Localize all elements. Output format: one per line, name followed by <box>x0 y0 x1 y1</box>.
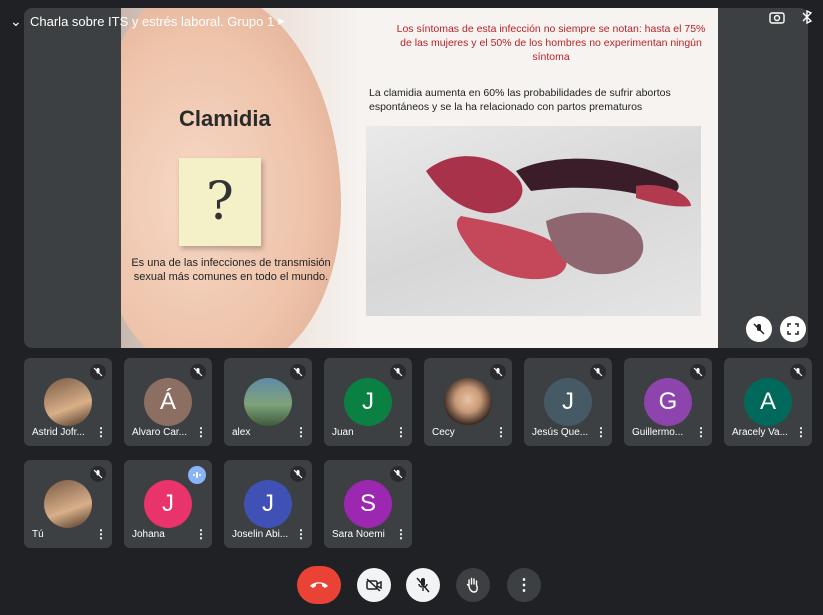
more-options-icon[interactable]: ⋮ <box>395 425 407 439</box>
question-sticky-note: ? <box>179 158 261 246</box>
participant-name: Tú <box>32 529 44 540</box>
fullscreen-icon[interactable] <box>780 316 806 342</box>
avatar: G <box>644 378 692 426</box>
more-options-icon[interactable]: ⋮ <box>95 425 107 439</box>
participant-tile[interactable]: Á Álvaro Car... ⋮ <box>124 358 212 446</box>
participant-name: alex <box>232 427 251 438</box>
avatar: S <box>344 480 392 528</box>
participant-name: Cecy <box>432 427 455 438</box>
avatar <box>244 378 292 426</box>
avatar: J <box>544 378 592 426</box>
mic-off-icon <box>190 364 206 380</box>
participant-name: Sara Noemi <box>332 529 385 540</box>
speaking-indicator-icon <box>188 466 206 484</box>
avatar <box>444 378 492 426</box>
participant-name: Guillermo... <box>632 427 684 438</box>
participant-tile[interactable]: J Johana ⋮ <box>124 460 212 548</box>
slide-caption: Es una de las infecciones de transmisión… <box>131 257 331 283</box>
meeting-title-text: Charla sobre ITS y estrés laboral. Grupo… <box>30 13 275 29</box>
mic-off-icon <box>390 364 406 380</box>
meet-app: Clamidia ? Es una de las infecciones de … <box>0 0 823 615</box>
participant-name: Joselin Abi... <box>232 529 289 540</box>
camera-toggle-button[interactable] <box>357 568 391 602</box>
presenter-mute-icon[interactable] <box>746 316 772 342</box>
mic-toggle-button[interactable] <box>406 568 440 602</box>
more-vert-icon: ⋮ <box>516 577 532 594</box>
participant-name: Johana <box>132 529 165 540</box>
question-mark: ? <box>206 172 234 232</box>
more-options-icon[interactable]: ⋮ <box>695 425 707 439</box>
mic-off-icon <box>290 364 306 380</box>
raise-hand-icon <box>466 577 478 593</box>
participant-name: Aracely Va... <box>732 427 788 438</box>
slide-heading: Clamidia <box>179 106 271 131</box>
call-controls: ⋮ <box>0 560 823 610</box>
participant-tile[interactable]: G Guillermo... ⋮ <box>624 358 712 446</box>
more-options-button[interactable]: ⋮ <box>507 568 541 602</box>
audio-output-icon[interactable] <box>799 9 815 27</box>
avatar: J <box>144 480 192 528</box>
title-chevron-icon: ▸ <box>278 13 285 28</box>
avatar: J <box>344 378 392 426</box>
more-options-icon[interactable]: ⋮ <box>295 527 307 541</box>
participant-tile[interactable]: Astrid Jofr... ⋮ <box>24 358 112 446</box>
mic-off-icon <box>690 364 706 380</box>
avatar: J <box>244 480 292 528</box>
switch-camera-icon[interactable] <box>769 10 785 27</box>
participant-tile[interactable]: Tú ⋮ <box>24 460 112 548</box>
shared-slide: Clamidia ? Es una de las infecciones de … <box>121 8 718 348</box>
mic-off-icon <box>290 466 306 482</box>
avatar: A <box>744 378 792 426</box>
more-options-icon[interactable]: ⋮ <box>595 425 607 439</box>
tissue-photo <box>366 126 701 316</box>
avatar <box>44 480 92 528</box>
participant-name: Astrid Jofr... <box>32 427 85 438</box>
more-options-icon[interactable]: ⋮ <box>395 527 407 541</box>
mic-off-icon <box>416 577 430 593</box>
mic-off-icon <box>90 364 106 380</box>
more-options-icon[interactable]: ⋮ <box>195 425 207 439</box>
mic-off-icon <box>790 364 806 380</box>
more-options-icon[interactable]: ⋮ <box>495 425 507 439</box>
participant-name: Jesús Que... <box>532 427 589 438</box>
avatar: Á <box>144 378 192 426</box>
tissue-illustration <box>426 156 691 280</box>
more-options-icon[interactable]: ⋮ <box>195 527 207 541</box>
raise-hand-button[interactable] <box>456 568 490 602</box>
participant-name: Álvaro Car... <box>132 427 188 438</box>
collapse-chevron-icon[interactable]: ⌄ <box>10 13 22 30</box>
top-right-actions <box>769 9 815 27</box>
more-options-icon[interactable]: ⋮ <box>95 527 107 541</box>
meeting-title[interactable]: Charla sobre ITS y estrés laboral. Grupo… <box>30 13 285 29</box>
participant-tile[interactable]: S Sara Noemi ⋮ <box>324 460 412 548</box>
slide-body-text: La clamidia aumenta en 60% las probabili… <box>369 87 671 113</box>
participant-tile[interactable]: J Joselin Abi... ⋮ <box>224 460 312 548</box>
camera-off-icon <box>366 578 382 592</box>
top-bar: ⌄ Charla sobre ITS y estrés laboral. Gru… <box>0 0 823 40</box>
participant-name: Juan <box>332 427 354 438</box>
mic-off-icon <box>90 466 106 482</box>
end-call-button[interactable] <box>297 566 341 604</box>
more-options-icon[interactable]: ⋮ <box>795 425 807 439</box>
mic-off-icon <box>490 364 506 380</box>
participant-tile[interactable]: J Jesús Que... ⋮ <box>524 358 612 446</box>
participant-tile[interactable]: Cecy ⋮ <box>424 358 512 446</box>
participant-tile[interactable]: A Aracely Va... ⋮ <box>724 358 812 446</box>
more-options-icon[interactable]: ⋮ <box>295 425 307 439</box>
mic-off-icon <box>390 466 406 482</box>
avatar <box>44 378 92 426</box>
participant-tile[interactable]: alex ⋮ <box>224 358 312 446</box>
mic-off-icon <box>590 364 606 380</box>
phone-hangup-icon <box>310 582 328 588</box>
participant-tile[interactable]: J Juan ⋮ <box>324 358 412 446</box>
presentation-stage: Clamidia ? Es una de las infecciones de … <box>24 8 808 348</box>
